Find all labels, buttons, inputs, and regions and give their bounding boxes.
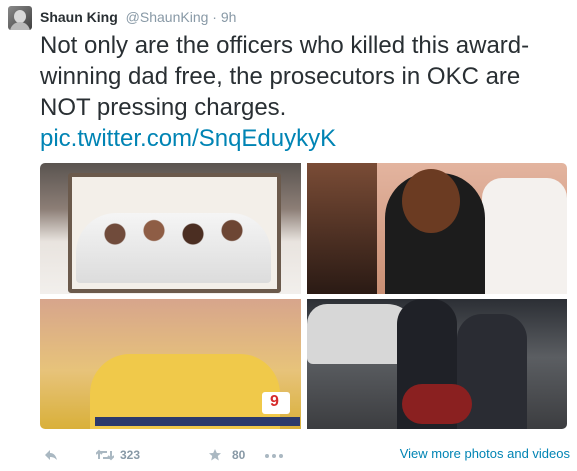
more-options-icon[interactable] [265,454,283,458]
arrest-photo[interactable] [307,299,567,429]
pic-link[interactable]: pic.twitter.com/SnqEduykyK [40,123,560,154]
tweet-header: Shaun King @ShaunKing · 9h [40,8,236,26]
view-more-link[interactable]: View more photos and videos [400,446,570,461]
separator-dot: · [212,9,217,25]
tweet-body: Not only are the officers who killed thi… [40,32,530,121]
author-handle[interactable]: @ShaunKing [126,9,209,25]
favorite-count[interactable]: 80 [232,448,245,462]
favorite-star-icon[interactable] [208,448,222,462]
man-on-ground [402,384,472,424]
retweet-count[interactable]: 323 [120,448,140,462]
family-group [76,213,271,283]
tweet-actions: 323 80 View more photos and videos [40,446,570,466]
center-face [402,169,460,233]
reply-icon[interactable] [44,449,58,461]
avatar[interactable] [8,6,32,30]
couple-photo[interactable] [307,163,567,294]
avatar-shoulders [10,22,30,30]
right-person [482,178,567,294]
left-person [307,163,377,294]
family-portrait-photo[interactable] [40,163,301,294]
news-banner [95,417,300,426]
news-broadcast-photo[interactable] [40,299,301,429]
tweet-timestamp[interactable]: 9h [221,9,237,25]
retweet-icon[interactable] [96,449,114,461]
channel-logo [262,392,290,414]
tweet-text: Not only are the officers who killed thi… [40,30,560,154]
author-name[interactable]: Shaun King [40,9,118,25]
